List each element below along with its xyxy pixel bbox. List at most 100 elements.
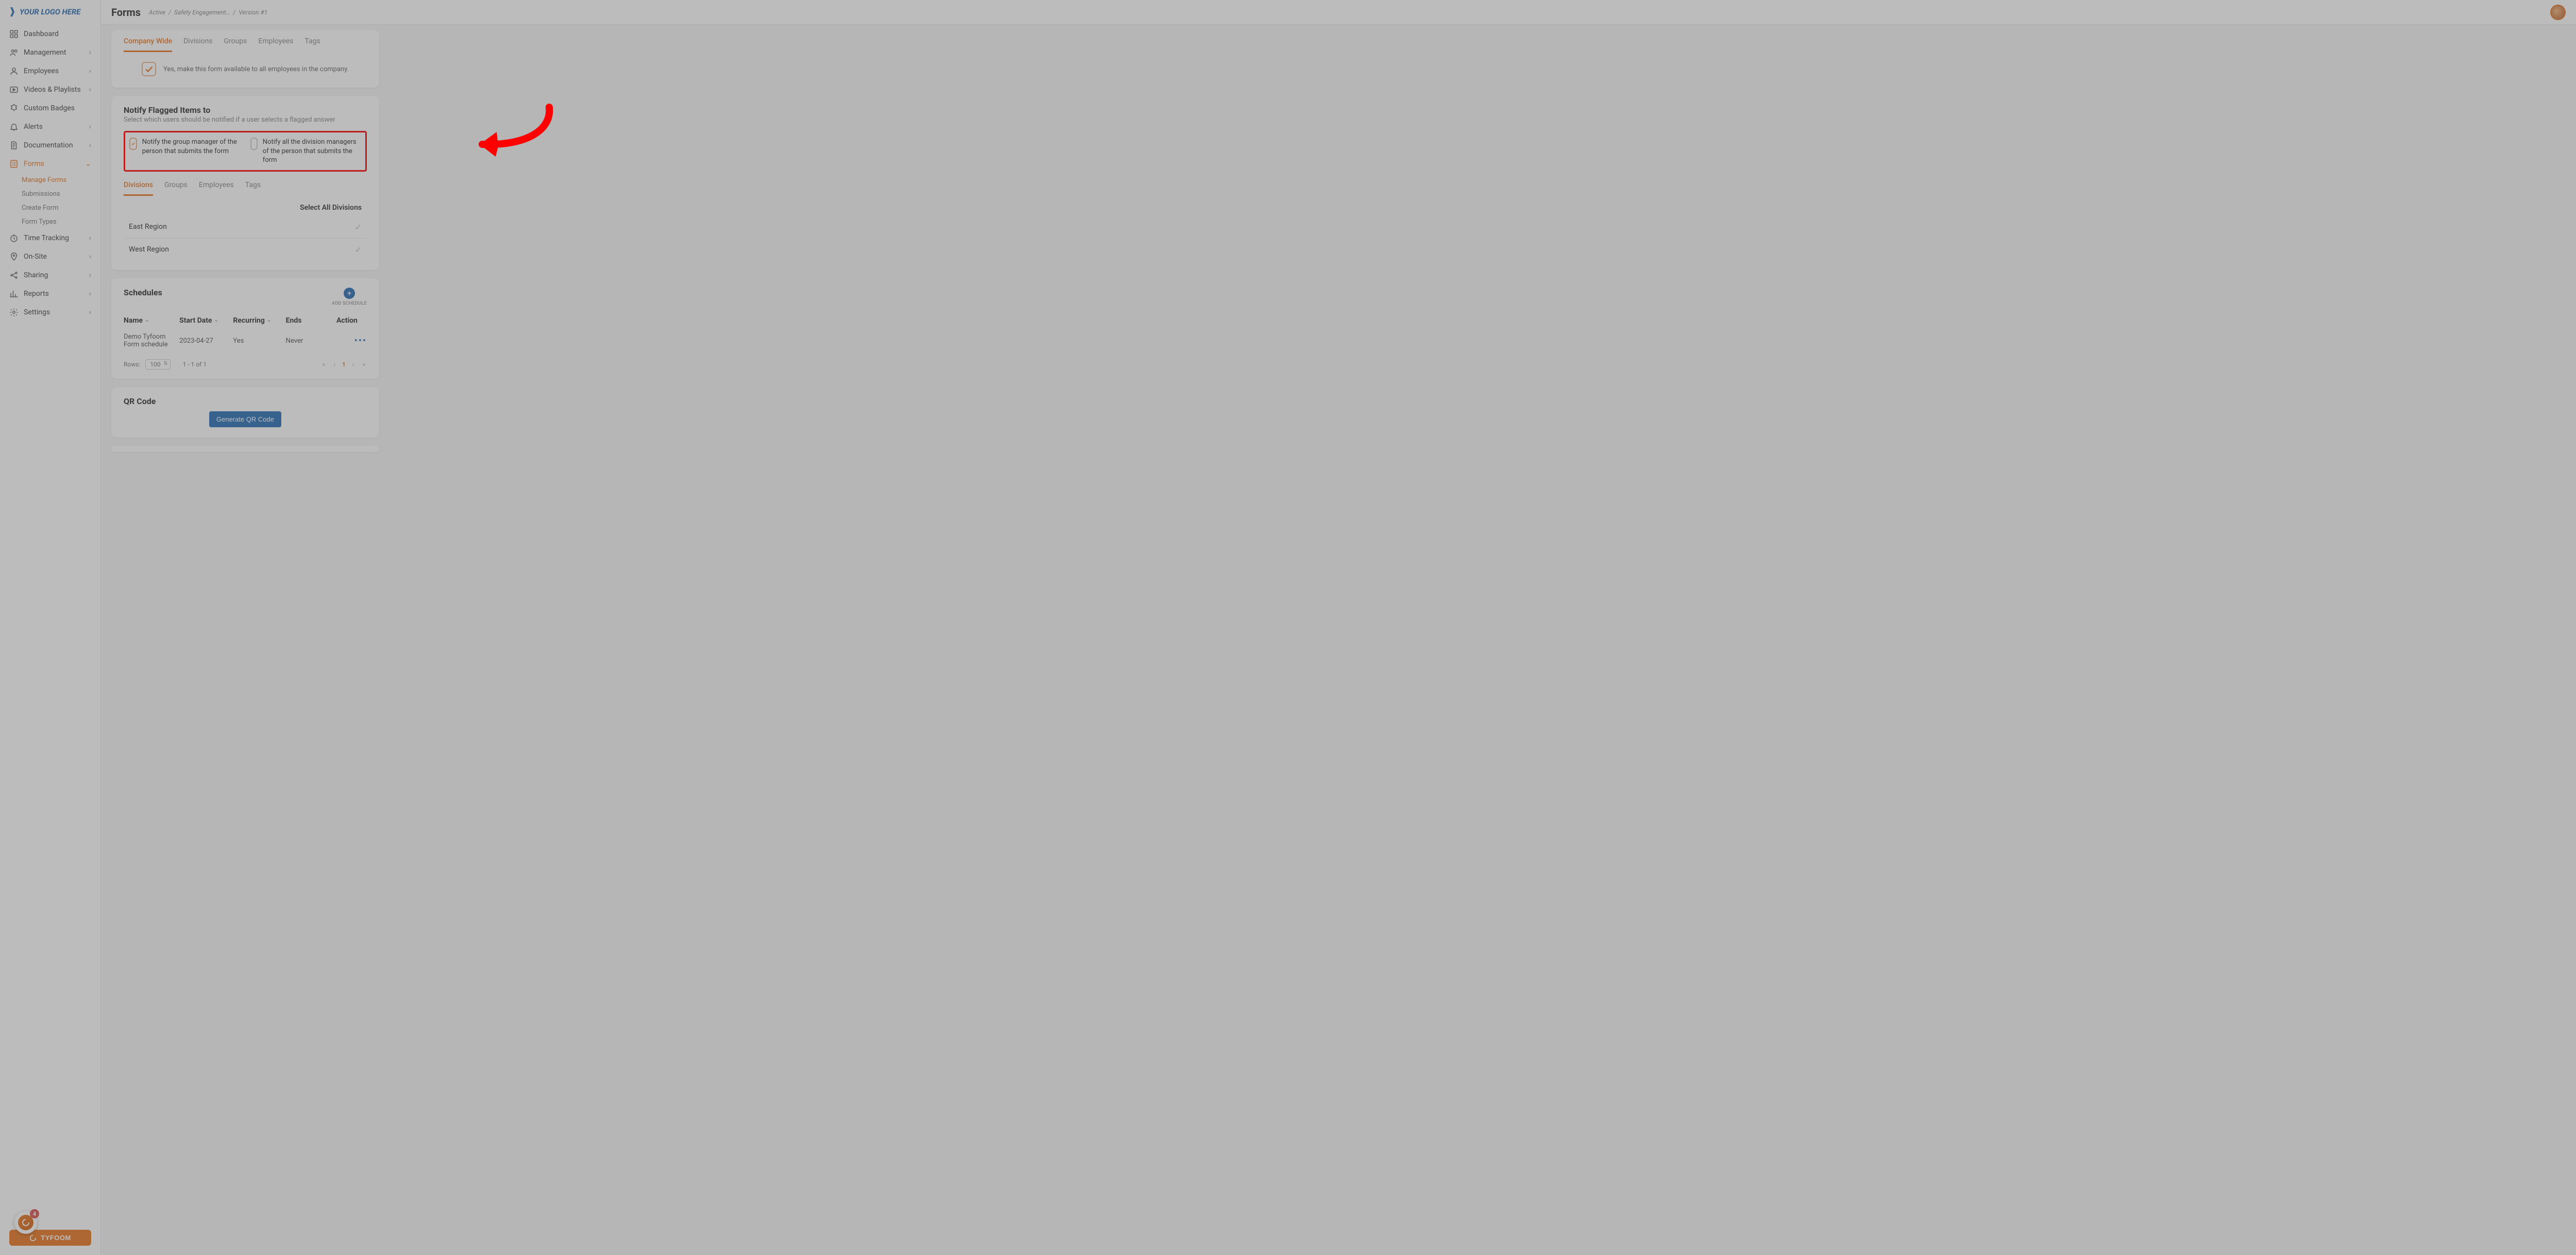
notify-group-manager-label: Notify the group manager of the person t…	[142, 138, 240, 156]
division-name: West Region	[129, 245, 169, 254]
page-first[interactable]: «	[321, 361, 327, 368]
tab-tags[interactable]: Tags	[304, 35, 320, 52]
tab-notify-divisions[interactable]: Divisions	[124, 179, 153, 196]
division-row[interactable]: West Region ✓	[124, 239, 367, 261]
tab-groups[interactable]: Groups	[224, 35, 247, 52]
card-edge	[111, 446, 379, 452]
page-current: 1	[342, 361, 346, 368]
chevron-right-icon: ›	[89, 141, 91, 149]
nav-employees[interactable]: Employees ›	[0, 62, 100, 80]
gear-icon	[9, 308, 19, 317]
select-arrows-icon: ⇅	[163, 361, 167, 366]
logo-text: YOUR LOGO HERE	[20, 7, 80, 16]
nav-forms[interactable]: Forms ⌄	[0, 155, 100, 173]
chevron-right-icon: ›	[89, 234, 91, 242]
check-icon	[131, 140, 135, 147]
nav-manage-forms[interactable]: Manage Forms	[22, 173, 100, 187]
logo: YOUR LOGO HERE	[0, 0, 100, 22]
notify-division-managers-checkbox[interactable]	[250, 138, 258, 150]
nav-settings[interactable]: Settings ›	[0, 303, 100, 322]
sort-icon: ⌄	[267, 317, 271, 323]
nav: Dashboard Management › Employees › Video…	[0, 22, 100, 1225]
chevron-right-icon: ›	[89, 123, 91, 131]
page-last[interactable]: »	[361, 361, 367, 368]
nav-videos[interactable]: Videos & Playlists ›	[0, 80, 100, 99]
tab-notify-tags[interactable]: Tags	[245, 179, 261, 196]
notify-scope-tabs: Divisions Groups Employees Tags	[124, 179, 367, 196]
chevron-right-icon: ›	[89, 271, 91, 279]
col-recurring[interactable]: Recurring ⌄	[233, 316, 285, 325]
nav-submissions[interactable]: Submissions	[22, 187, 100, 201]
logo-mark-icon	[9, 6, 16, 18]
cell-ends: Never	[286, 337, 336, 345]
nav-dashboard[interactable]: Dashboard	[0, 25, 100, 43]
notify-title: Notify Flagged Items to	[124, 105, 367, 115]
page-title: Forms	[111, 6, 141, 19]
cell-recurring: Yes	[233, 337, 285, 345]
col-ends: Ends	[286, 316, 336, 325]
tab-company-wide[interactable]: Company Wide	[124, 35, 172, 52]
nav-badges[interactable]: Custom Badges	[0, 99, 100, 118]
nav-documentation[interactable]: Documentation ›	[0, 136, 100, 155]
page-range: 1 - 1 of 1	[183, 361, 207, 368]
notify-sub: Select which users should be notified if…	[124, 116, 367, 124]
chevron-right-icon: ›	[89, 67, 91, 75]
document-icon	[9, 141, 19, 150]
badge-count: 4	[30, 1209, 39, 1218]
nav-create-form[interactable]: Create Form	[22, 201, 100, 215]
company-wide-label: Yes, make this form available to all emp…	[163, 65, 349, 73]
col-start-date[interactable]: Start Date ⌄	[179, 316, 233, 325]
table-row: Demo Tyfoom Form schedule 2023-04-27 Yes…	[124, 330, 367, 352]
cell-start: 2023-04-27	[179, 337, 233, 345]
rows-select[interactable]: 100 ⇅	[145, 359, 170, 370]
col-name[interactable]: Name ⌄	[124, 316, 179, 325]
qr-card: QR Code Generate QR Code	[111, 387, 379, 438]
share-icon	[9, 271, 19, 280]
row-actions-menu[interactable]: •••	[354, 336, 367, 346]
spinner-icon	[29, 1234, 37, 1242]
tab-divisions[interactable]: Divisions	[183, 35, 212, 52]
breadcrumb-item[interactable]: Version #1	[239, 9, 267, 16]
availability-card: Company Wide Divisions Groups Employees …	[111, 30, 379, 88]
tab-employees[interactable]: Employees	[258, 35, 293, 52]
schedules-title: Schedules	[124, 288, 162, 297]
nav-alerts[interactable]: Alerts ›	[0, 118, 100, 136]
notification-badge[interactable]: 4	[14, 1211, 37, 1234]
add-schedule-button[interactable]: + ADD SCHEDULE	[332, 288, 367, 306]
generate-qr-button[interactable]: Generate QR Code	[209, 411, 281, 427]
tab-notify-groups[interactable]: Groups	[164, 179, 188, 196]
nav-time-tracking[interactable]: Time Tracking ›	[0, 229, 100, 247]
availability-tabs: Company Wide Divisions Groups Employees …	[124, 35, 367, 53]
tab-notify-employees[interactable]: Employees	[199, 179, 234, 196]
nav-onsite[interactable]: On-Site ›	[0, 247, 100, 266]
chevron-right-icon: ›	[89, 290, 91, 298]
notify-group-manager-checkbox[interactable]	[129, 138, 137, 150]
col-action: Action	[336, 316, 367, 325]
avatar[interactable]	[2550, 5, 2566, 20]
nav-management[interactable]: Management ›	[0, 43, 100, 62]
forms-submenu: Manage Forms Submissions Create Form For…	[0, 173, 100, 229]
notify-card: Notify Flagged Items to Select which use…	[111, 96, 379, 270]
check-icon	[145, 65, 154, 74]
nav-reports[interactable]: Reports ›	[0, 285, 100, 303]
annotation-arrow-icon	[472, 102, 560, 169]
dashboard-icon	[9, 29, 19, 39]
chevron-right-icon: ›	[89, 48, 91, 57]
page-prev[interactable]: ‹	[332, 361, 337, 368]
breadcrumb-item[interactable]: Active	[149, 9, 165, 16]
forms-icon	[9, 159, 19, 169]
schedules-table: Name ⌄ Start Date ⌄ Recurring ⌄ Ends Act…	[111, 308, 379, 354]
cell-name: Demo Tyfoom Form schedule	[124, 333, 179, 349]
select-all-divisions[interactable]: Select All Divisions	[124, 196, 367, 216]
division-row[interactable]: East Region ✓	[124, 216, 367, 239]
schedules-card: Schedules + ADD SCHEDULE Name ⌄ Start Da…	[111, 278, 379, 379]
company-wide-checkbox[interactable]	[142, 62, 156, 76]
breadcrumb-item[interactable]: Safety Engagement…	[174, 9, 230, 16]
chevron-right-icon: ›	[89, 253, 91, 261]
page-next[interactable]: ›	[351, 361, 356, 368]
qr-title: QR Code	[124, 396, 367, 406]
nav-form-types[interactable]: Form Types	[22, 215, 100, 229]
plus-icon: +	[344, 288, 355, 299]
nav-sharing[interactable]: Sharing ›	[0, 266, 100, 285]
pagination: Rows: 100 ⇅ 1 - 1 of 1 « ‹ 1 › »	[111, 354, 379, 379]
